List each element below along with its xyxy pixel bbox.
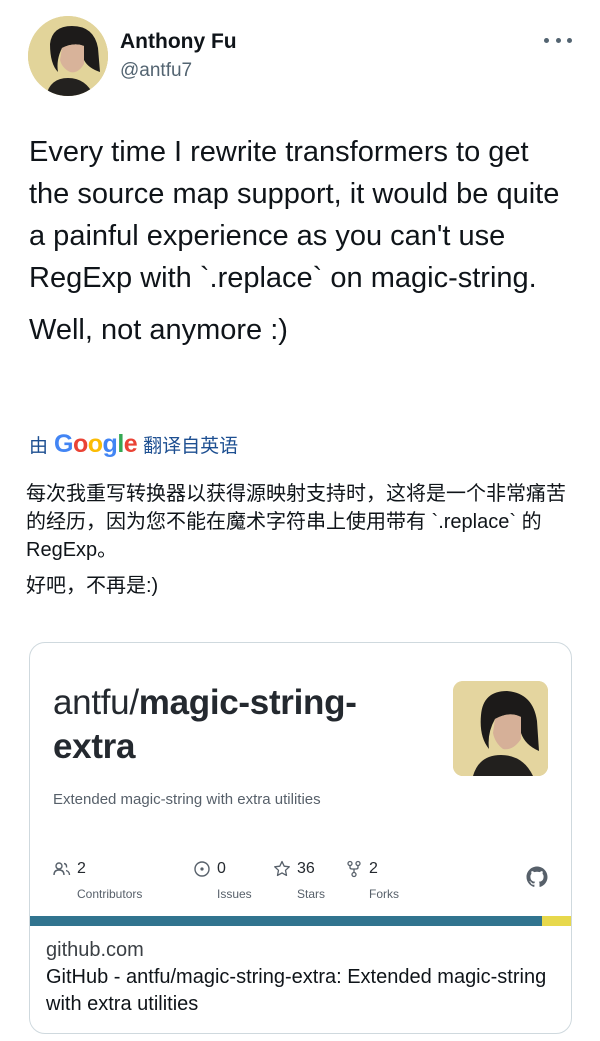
issues-icon bbox=[194, 861, 210, 877]
card-domain: github.com bbox=[46, 939, 144, 961]
language-bar-primary bbox=[30, 916, 542, 926]
more-dot bbox=[567, 37, 572, 43]
issues-count: 0 bbox=[217, 860, 226, 877]
author-name[interactable]: Anthony Fu bbox=[120, 30, 237, 54]
language-bar-secondary bbox=[542, 916, 571, 926]
contributors-label: Contributors bbox=[77, 887, 143, 901]
card-footer: github.com GitHub - antfu/magic-string-e… bbox=[46, 937, 556, 1018]
translate-prefix: 由 bbox=[29, 435, 49, 457]
stat-stars: 36 Stars bbox=[273, 859, 325, 901]
author-avatar[interactable] bbox=[28, 16, 108, 96]
translated-paragraph: 好吧，不再是:) bbox=[26, 575, 159, 597]
star-icon bbox=[274, 860, 290, 877]
stars-count: 36 bbox=[297, 860, 315, 877]
repo-owner: antfu/ bbox=[53, 683, 139, 722]
contributors-count: 2 bbox=[77, 860, 86, 877]
more-options-icon[interactable] bbox=[544, 30, 572, 50]
stars-label: Stars bbox=[297, 887, 326, 901]
tweet-paragraph: Every time I rewrite transformers to get… bbox=[29, 136, 560, 294]
translated-by-google[interactable]: 由 Google 翻译自英语 bbox=[29, 430, 238, 458]
github-icon bbox=[526, 866, 548, 887]
author-handle[interactable]: @antfu7 bbox=[120, 60, 192, 82]
google-logo: Google bbox=[54, 429, 138, 458]
tweet-paragraph: Well, not anymore :) bbox=[29, 314, 288, 346]
avatar-portrait bbox=[28, 16, 108, 96]
repo-description: Extended magic-string with extra utiliti… bbox=[53, 791, 321, 808]
translated-text: 每次我重写转换器以获得源映射支持时，这将是一个非常痛苦的经历，因为您不能在魔术字… bbox=[26, 480, 574, 600]
stat-issues: 0 Issues bbox=[193, 859, 252, 901]
translate-suffix: 翻译自英语 bbox=[143, 435, 239, 457]
repo-owner-avatar bbox=[453, 681, 548, 776]
language-bar bbox=[30, 916, 571, 926]
tweet-text: Every time I rewrite transformers to get… bbox=[29, 131, 574, 351]
fork-icon bbox=[347, 860, 361, 878]
more-dot bbox=[555, 37, 561, 43]
forks-count: 2 bbox=[369, 860, 378, 877]
forks-label: Forks bbox=[369, 887, 399, 901]
contributors-icon bbox=[53, 862, 71, 876]
tweet-header: Anthony Fu @antfu7 bbox=[28, 16, 574, 96]
link-preview-card[interactable]: antfu/magic-string-extra Extended magic-… bbox=[29, 642, 572, 1034]
repo-title: antfu/magic-string-extra bbox=[53, 681, 433, 769]
stat-forks: 2 Forks bbox=[345, 859, 399, 901]
more-dot bbox=[544, 37, 549, 43]
card-link-title: GitHub - antfu/magic-string-extra: Exten… bbox=[46, 966, 547, 1015]
repo-stats: 2 Contributors 0 Issues 36 Stars 2 Forks bbox=[53, 859, 553, 901]
stat-contributors: 2 Contributors bbox=[53, 859, 142, 901]
avatar-portrait bbox=[453, 681, 548, 776]
issues-label: Issues bbox=[217, 887, 252, 901]
translated-paragraph: 每次我重写转换器以获得源映射支持时，这将是一个非常痛苦的经历，因为您不能在魔术字… bbox=[26, 483, 566, 561]
